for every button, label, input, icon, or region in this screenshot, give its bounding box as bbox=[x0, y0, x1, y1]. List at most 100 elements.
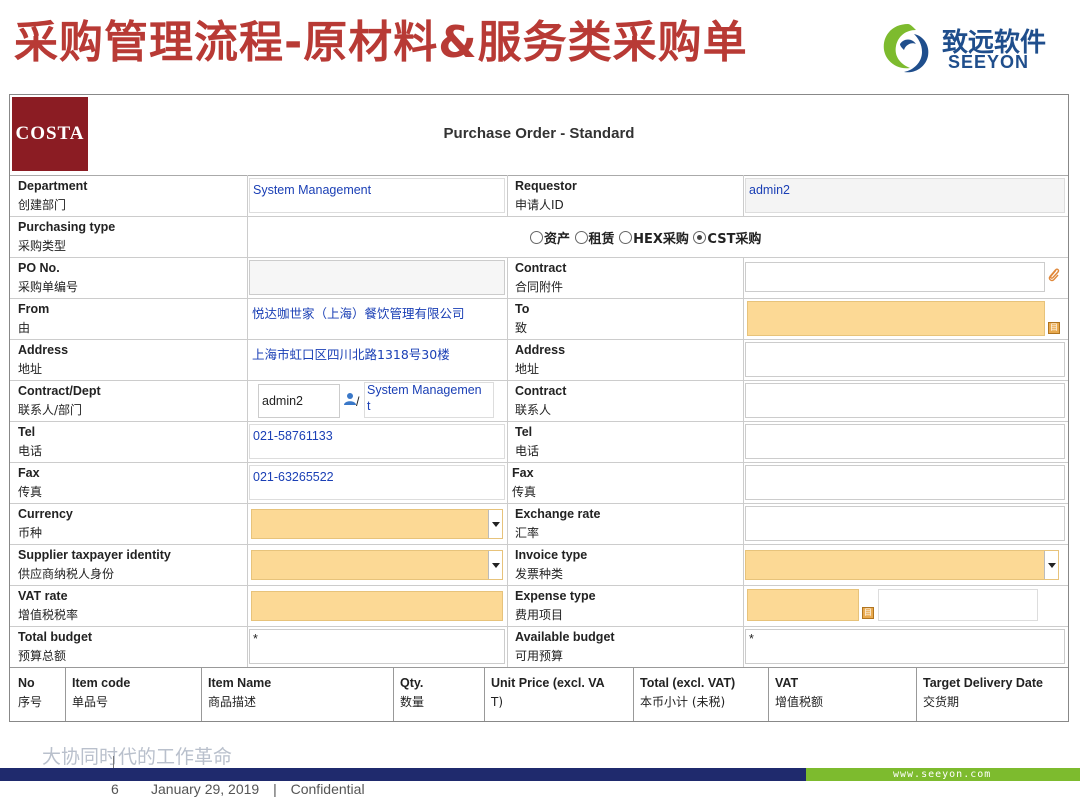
available-budget-field[interactable]: * bbox=[745, 629, 1065, 664]
row-purchasing-type: Purchasing type 采购类型 资产 租赁 HEX采购 CST采购 bbox=[10, 216, 1068, 258]
purchasing-type-label: Purchasing type 采购类型 bbox=[18, 220, 116, 253]
row-address: Address 地址 上海市虹口区四川北路1318号30楼 Address 地址 bbox=[10, 339, 1068, 381]
contact-dept-separator: / bbox=[356, 395, 360, 409]
radio-lease[interactable]: 租赁 bbox=[574, 231, 615, 247]
row-department: Department 创建部门 System Management Request… bbox=[10, 175, 1068, 217]
paperclip-icon[interactable] bbox=[1047, 267, 1061, 283]
column-header-vat: VAT 增值税额 bbox=[775, 676, 824, 709]
radio-circle-icon bbox=[619, 231, 633, 244]
column-header-no: No 序号 bbox=[18, 676, 43, 709]
radio-asset[interactable]: 资产 bbox=[530, 231, 570, 247]
currency-label: Currency 币种 bbox=[18, 507, 73, 540]
vat-rate-label: VAT rate 增值税税率 bbox=[18, 589, 79, 622]
total-budget-field[interactable]: * bbox=[249, 629, 505, 664]
row-po-no: PO No. 采购单编号 Contract 合同附件 bbox=[10, 257, 1068, 299]
user-picker-icon[interactable] bbox=[343, 392, 357, 406]
slide-title: 采购管理流程-原材料&服务类采购单 bbox=[14, 17, 748, 68]
currency-select[interactable] bbox=[251, 509, 503, 539]
contact-dept-label: Contract/Dept 联系人/部门 bbox=[18, 384, 101, 417]
tel-to-field[interactable] bbox=[745, 424, 1065, 459]
total-budget-label: Total budget 预算总额 bbox=[18, 630, 93, 663]
chevron-down-icon[interactable] bbox=[1044, 551, 1058, 579]
footer-separator: | bbox=[273, 781, 277, 797]
radio-cst[interactable]: CST采购 bbox=[693, 231, 761, 247]
exchange-rate-label: Exchange rate 汇率 bbox=[515, 507, 601, 540]
contract-attachment-field[interactable] bbox=[745, 262, 1045, 292]
invoice-type-select[interactable] bbox=[745, 550, 1059, 580]
footer-page-number: 6 bbox=[111, 781, 119, 797]
footer-slogan: 大协同时代的工作革命 bbox=[42, 746, 233, 768]
column-header-item-name: Item Name 商品描述 bbox=[208, 676, 272, 709]
chevron-down-icon[interactable] bbox=[488, 551, 502, 579]
tel-from-field[interactable]: 021-58761133 bbox=[249, 424, 505, 459]
column-header-unit-price: Unit Price (excl. VA T) bbox=[491, 676, 605, 709]
expense-type-detail-field[interactable] bbox=[878, 589, 1038, 621]
radio-circle-icon bbox=[574, 231, 588, 244]
seeyon-logo: 致远软件 SEEYON bbox=[878, 18, 1068, 80]
select-expense-icon[interactable]: 目 bbox=[862, 607, 874, 619]
expense-type-field[interactable] bbox=[747, 589, 859, 621]
available-budget-label: Available budget 可用预算 bbox=[515, 630, 615, 663]
radio-circle-icon bbox=[530, 231, 543, 244]
radio-hex[interactable]: HEX采购 bbox=[619, 231, 689, 247]
footer-date-line: January 29, 2019 | Confidential bbox=[151, 781, 365, 797]
row-from-to: From 由 悦达咖世家（上海）餐饮管理有限公司 To 致 目 bbox=[10, 298, 1068, 340]
chevron-down-icon[interactable] bbox=[488, 510, 502, 538]
exchange-rate-field[interactable] bbox=[745, 506, 1065, 541]
dept-field[interactable]: System Managemen t bbox=[364, 382, 494, 418]
contact-to-field[interactable] bbox=[745, 383, 1065, 418]
column-header-delivery-date: Target Delivery Date 交货期 bbox=[923, 676, 1043, 709]
row-vat-expense: VAT rate 增值税税率 Expense type 费用项目 目 bbox=[10, 585, 1068, 627]
row-budget: Total budget 预算总额 * Available budget 可用预算 … bbox=[10, 626, 1068, 667]
address-to-label: Address 地址 bbox=[515, 343, 566, 376]
contact-to-label: Contract 联系人 bbox=[515, 384, 567, 417]
row-contact: Contract/Dept 联系人/部门 admin2 / System Mana… bbox=[10, 380, 1068, 422]
department-label: Department 创建部门 bbox=[18, 179, 88, 212]
department-field[interactable]: System Management bbox=[249, 178, 505, 213]
purchase-order-form: COSTA Purchase Order - Standard Departme… bbox=[9, 94, 1069, 722]
form-header: COSTA Purchase Order - Standard bbox=[10, 95, 1068, 176]
column-header-qty: Qty. 数量 bbox=[400, 676, 425, 709]
footer-confidential: Confidential bbox=[290, 781, 365, 797]
contract-attachment-label: Contract 合同附件 bbox=[515, 261, 567, 294]
tel-to-label: Tel 电话 bbox=[515, 425, 540, 458]
expense-type-label: Expense type 费用项目 bbox=[515, 589, 596, 622]
invoice-type-label: Invoice type 发票种类 bbox=[515, 548, 588, 581]
from-label: From 由 bbox=[18, 302, 50, 335]
column-header-total: Total (excl. VAT) 本币小计 (未税) bbox=[640, 676, 736, 709]
po-no-field[interactable] bbox=[249, 260, 505, 295]
from-value: 悦达咖世家（上海）餐饮管理有限公司 bbox=[252, 306, 465, 321]
address-to-field[interactable] bbox=[745, 342, 1065, 377]
row-fax: Fax 传真 021-63265522 Fax 传真 bbox=[10, 462, 1068, 504]
footer-date: January 29, 2019 bbox=[151, 781, 260, 797]
requestor-field[interactable]: admin2 bbox=[745, 178, 1065, 213]
address-from-label: Address 地址 bbox=[18, 343, 69, 376]
fax-to-label: Fax 传真 bbox=[512, 466, 537, 499]
supplier-taxpayer-label: Supplier taxpayer identity 供应商纳税人身份 bbox=[18, 548, 171, 581]
fax-to-field[interactable] bbox=[745, 465, 1065, 500]
po-no-label: PO No. 采购单编号 bbox=[18, 261, 79, 294]
to-field[interactable] bbox=[747, 301, 1045, 336]
items-table-header: No 序号 Item code 单品号 Item Name 商品描述 Qty. 数量 U… bbox=[10, 667, 1068, 721]
row-currency: Currency 币种 Exchange rate 汇率 bbox=[10, 503, 1068, 545]
tel-from-label: Tel 电话 bbox=[18, 425, 43, 458]
select-supplier-icon[interactable]: 目 bbox=[1048, 322, 1060, 334]
form-title: Purchase Order - Standard bbox=[443, 125, 635, 142]
supplier-taxpayer-select[interactable] bbox=[251, 550, 503, 580]
to-label: To 致 bbox=[515, 302, 530, 335]
fax-from-label: Fax 传真 bbox=[18, 466, 43, 499]
row-tax-invoice: Supplier taxpayer identity 供应商纳税人身份 Invoi… bbox=[10, 544, 1068, 586]
column-header-item-code: Item code 单品号 bbox=[72, 676, 131, 709]
purchasing-type-radio-group: 资产 租赁 HEX采购 CST采购 bbox=[530, 228, 761, 247]
vat-rate-field[interactable] bbox=[251, 591, 503, 621]
address-from-value: 上海市虹口区四川北路1318号30楼 bbox=[252, 347, 450, 362]
brand-en: SEEYON bbox=[948, 52, 1030, 72]
seeyon-swirl-icon bbox=[883, 24, 929, 73]
footer-url: www.seeyon.com bbox=[893, 769, 992, 780]
radio-selected-icon bbox=[693, 231, 707, 244]
contact-field[interactable]: admin2 bbox=[258, 384, 340, 418]
requestor-label: Requestor 申请人ID bbox=[515, 179, 577, 212]
footer-bar-blue bbox=[0, 768, 806, 781]
row-tel: Tel 电话 021-58761133 Tel 电话 bbox=[10, 421, 1068, 463]
fax-from-field[interactable]: 021-63265522 bbox=[249, 465, 505, 500]
